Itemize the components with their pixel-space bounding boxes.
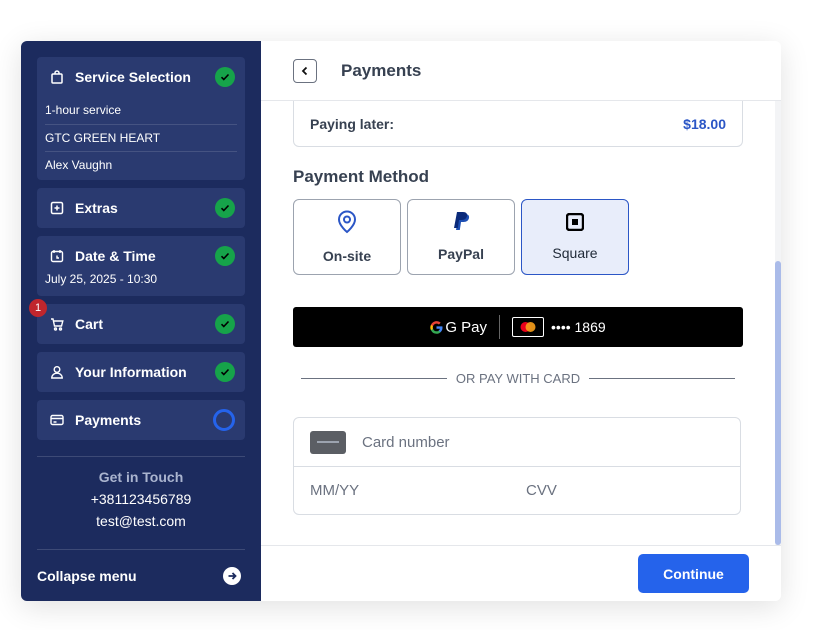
selected-datetime: July 25, 2025 - 10:30 [45, 272, 158, 286]
or-divider: OR PAY WITH CARD [293, 371, 743, 386]
step-payments[interactable]: Payments [37, 400, 245, 440]
payment-method-options: On-site PayPal Square [293, 199, 743, 275]
step-title: Cart [75, 316, 104, 332]
method-paypal[interactable]: PayPal [407, 199, 515, 275]
cart-icon [48, 315, 66, 333]
step-title: Service Selection [75, 69, 191, 85]
expiry-input[interactable]: MM/YY [310, 482, 526, 499]
or-divider-text: OR PAY WITH CARD [455, 371, 581, 386]
footer: Continue [261, 545, 781, 601]
arrow-right-icon [223, 566, 241, 585]
location-pin-icon [336, 210, 358, 239]
paying-later-amount: $18.00 [683, 115, 726, 132]
method-on-site[interactable]: On-site [293, 199, 401, 275]
payment-content: Paying later: $18.00 Payment Method On-s… [293, 101, 743, 515]
check-icon [215, 198, 235, 218]
cart-count-badge: 1 [29, 299, 47, 317]
step-title: Extras [75, 200, 118, 216]
step-title: Date & Time [75, 248, 156, 264]
contact-info: Get in Touch +381123456789 test@test.com [37, 457, 245, 549]
calendar-clock-icon [48, 247, 66, 265]
step-your-information[interactable]: Your Information [37, 352, 245, 392]
collapse-menu-button[interactable]: Collapse menu [37, 549, 245, 601]
shopping-bag-icon [48, 68, 66, 86]
main-panel: Payments Paying later: $18.00 Payment Me… [261, 41, 781, 601]
contact-email[interactable]: test@test.com [37, 513, 245, 529]
method-label: PayPal [438, 246, 484, 262]
check-icon [215, 246, 235, 266]
mastercard-icon [512, 317, 545, 337]
service-name: 1-hour service [45, 103, 122, 117]
credit-card-icon [48, 411, 66, 429]
step-title: Your Information [75, 364, 187, 380]
gpay-separator [499, 315, 501, 339]
contact-phone[interactable]: +381123456789 [37, 491, 245, 507]
cvv-input[interactable]: CVV [526, 482, 557, 499]
continue-button[interactable]: Continue [638, 554, 749, 593]
gpay-card-number: •••• 1869 [551, 319, 606, 335]
check-icon [215, 314, 235, 334]
payment-method-title: Payment Method [293, 167, 430, 186]
location-name: GTC GREEN HEART [45, 124, 237, 151]
check-icon [215, 362, 235, 382]
method-label: Square [552, 245, 598, 261]
step-title: Payments [75, 412, 142, 428]
employee-name: Alex Vaughn [45, 151, 237, 178]
page-title: Payments [341, 60, 422, 80]
step-service-selection[interactable]: Service Selection 1-hour service GTC GRE… [37, 57, 245, 180]
gpay-brand: G Pay [445, 318, 488, 336]
scrollbar-thumb[interactable] [775, 261, 781, 545]
header: Payments [261, 41, 781, 101]
step-date-time[interactable]: Date & Time July 25, 2025 - 10:30 [37, 236, 245, 296]
step-cart[interactable]: 1 Cart [29, 299, 245, 344]
contact-heading: Get in Touch [98, 469, 184, 485]
plus-square-icon [48, 199, 66, 217]
current-step-indicator [213, 409, 235, 431]
card-form: Card number MM/YY CVV [293, 417, 741, 515]
method-square[interactable]: Square [521, 199, 629, 275]
method-label: On-site [322, 248, 372, 264]
booking-window: Service Selection 1-hour service GTC GRE… [21, 41, 781, 601]
paying-later-label: Paying later: [310, 115, 395, 132]
user-icon [48, 363, 66, 381]
paying-later-summary: Paying later: $18.00 [293, 101, 743, 147]
google-g-icon [430, 320, 443, 334]
square-icon [565, 212, 585, 236]
collapse-menu-label: Collapse menu [37, 567, 137, 584]
card-icon [310, 430, 346, 454]
google-pay-button[interactable]: G Pay •••• 1869 [293, 307, 743, 347]
back-button[interactable] [293, 58, 317, 83]
check-icon [215, 67, 235, 87]
step-extras[interactable]: Extras [37, 188, 245, 228]
paypal-icon [452, 212, 470, 237]
sidebar: Service Selection 1-hour service GTC GRE… [21, 41, 261, 601]
card-number-input[interactable]: Card number [362, 434, 450, 451]
